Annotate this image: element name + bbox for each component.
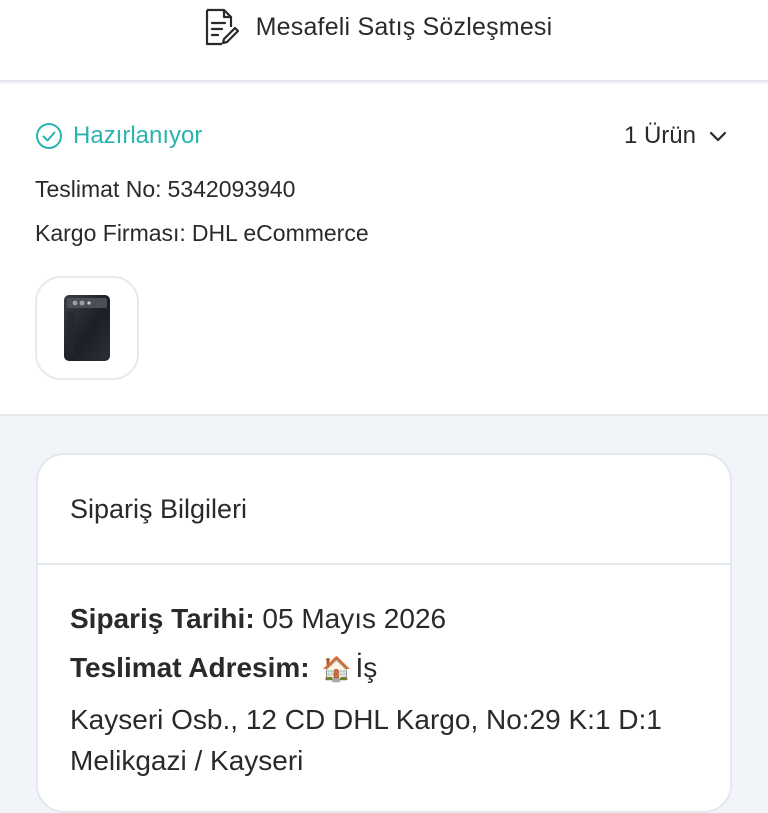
phone-product-image bbox=[64, 295, 110, 361]
product-thumbnail[interactable] bbox=[35, 276, 139, 380]
address-name: İş bbox=[355, 652, 378, 683]
delivery-address-label: Teslimat Adresim: bbox=[70, 652, 310, 683]
order-date-label: Sipariş Tarihi: bbox=[70, 603, 255, 634]
carrier-row: Kargo Firması: DHL eCommerce bbox=[35, 220, 369, 247]
order-details-title: Sipariş Bilgileri bbox=[70, 493, 248, 524]
address-line-2: Melikgazi / Kayseri bbox=[70, 745, 304, 776]
carrier-value: DHL eCommerce bbox=[191, 220, 369, 246]
delivery-number-row: Teslimat No: 5342093940 bbox=[35, 176, 295, 203]
status-badge: Hazırlanıyor bbox=[73, 122, 203, 149]
document-edit-icon bbox=[200, 7, 240, 47]
delivery-address-row: Teslimat Adresim: 🏠 İş bbox=[70, 652, 377, 684]
check-circle-icon bbox=[35, 122, 63, 150]
chevron-down-icon bbox=[708, 126, 728, 146]
address-line-1: Kayseri Osb., 12 CD DHL Kargo, No:29 K:1… bbox=[70, 704, 662, 735]
order-date-row: Sipariş Tarihi: 05 Mayıs 2026 bbox=[70, 603, 446, 635]
order-date-value: 05 Mayıs 2026 bbox=[262, 603, 447, 634]
order-card: Hazırlanıyor 1 Ürün Teslimat No: 53420939… bbox=[0, 84, 768, 416]
order-details-card: Sipariş Bilgileri Sipariş Tarihi: 05 May… bbox=[36, 453, 732, 813]
item-count-toggle[interactable]: 1 Ürün bbox=[624, 122, 728, 150]
carrier-label: Kargo Firması: bbox=[35, 220, 186, 246]
order-details-header: Sipariş Bilgileri bbox=[38, 455, 730, 565]
delivery-number-label: Teslimat No: bbox=[35, 176, 162, 202]
item-count-label: 1 Ürün bbox=[623, 122, 696, 149]
status-row: Hazırlanıyor bbox=[35, 122, 202, 150]
contract-bar[interactable]: Mesafeli Satış Sözleşmesi bbox=[0, 0, 768, 82]
home-icon: 🏠 bbox=[321, 656, 352, 683]
delivery-number-value: 5342093940 bbox=[167, 176, 296, 202]
contract-title[interactable]: Mesafeli Satış Sözleşmesi bbox=[256, 13, 553, 42]
contract-link[interactable]: Mesafeli Satış Sözleşmesi bbox=[200, 7, 553, 47]
